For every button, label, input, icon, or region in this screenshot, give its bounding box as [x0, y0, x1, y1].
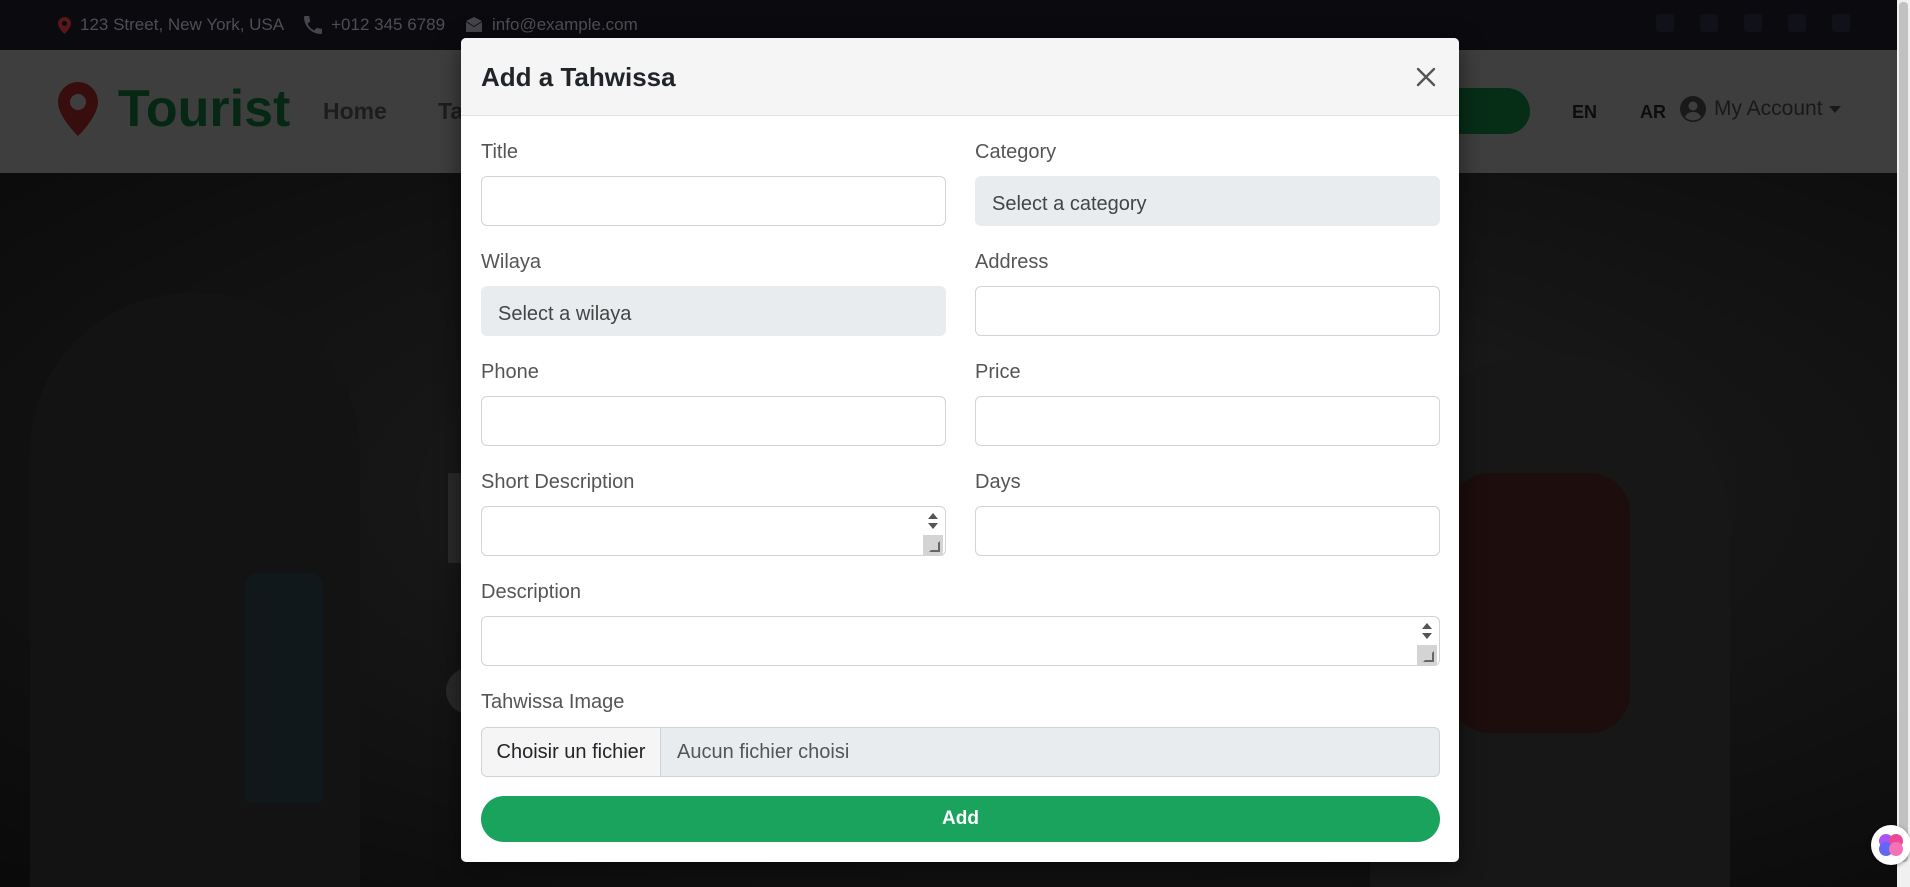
- price-input[interactable]: [975, 396, 1440, 446]
- image-label: Tahwissa Image: [481, 691, 625, 713]
- title-label: Title: [481, 141, 519, 163]
- add-tahwissa-modal: Add a Tahwissa Title Category Select a c…: [461, 38, 1459, 862]
- short-description-textarea[interactable]: [481, 506, 946, 556]
- choose-file-button[interactable]: Choisir un fichier: [482, 728, 661, 776]
- title-input[interactable]: [481, 176, 946, 226]
- wilaya-label: Wilaya: [481, 251, 542, 273]
- close-icon[interactable]: [1411, 62, 1441, 92]
- category-placeholder: Select a category: [992, 193, 1147, 215]
- image-file-input[interactable]: Choisir un fichier Aucun fichier choisi: [481, 727, 1440, 777]
- scroll-up-icon[interactable]: [1422, 623, 1432, 629]
- resize-grip-icon[interactable]: [923, 535, 943, 555]
- address-label: Address: [975, 251, 1049, 273]
- modal-title: Add a Tahwissa: [481, 62, 676, 92]
- category-label: Category: [975, 141, 1057, 163]
- scroll-up-icon[interactable]: [928, 513, 938, 519]
- short-description-label: Short Description: [481, 471, 635, 493]
- brain-icon: [1879, 834, 1903, 856]
- scroll-down-icon[interactable]: [1422, 633, 1432, 639]
- wilaya-placeholder: Select a wilaya: [498, 303, 632, 325]
- description-textarea[interactable]: [481, 616, 1440, 666]
- phone-label: Phone: [481, 361, 539, 383]
- scrollbar-thumb[interactable]: [1899, 2, 1908, 862]
- add-button[interactable]: Add: [481, 796, 1440, 842]
- modal-header: Add a Tahwissa: [461, 38, 1459, 116]
- category-select[interactable]: Select a category: [975, 176, 1440, 226]
- days-label: Days: [975, 471, 1021, 493]
- assistant-launcher[interactable]: [1871, 825, 1910, 865]
- resize-grip-icon[interactable]: [1417, 645, 1437, 665]
- phone-input[interactable]: [481, 396, 946, 446]
- price-label: Price: [975, 361, 1021, 383]
- scroll-down-icon[interactable]: [928, 523, 938, 529]
- file-status-text: Aucun fichier choisi: [677, 740, 850, 763]
- textarea-scroll-controls[interactable]: [1417, 617, 1439, 665]
- address-input[interactable]: [975, 286, 1440, 336]
- description-label: Description: [481, 581, 582, 603]
- textarea-scroll-controls[interactable]: [923, 507, 945, 555]
- days-input[interactable]: [975, 506, 1440, 556]
- wilaya-select[interactable]: Select a wilaya: [481, 286, 946, 336]
